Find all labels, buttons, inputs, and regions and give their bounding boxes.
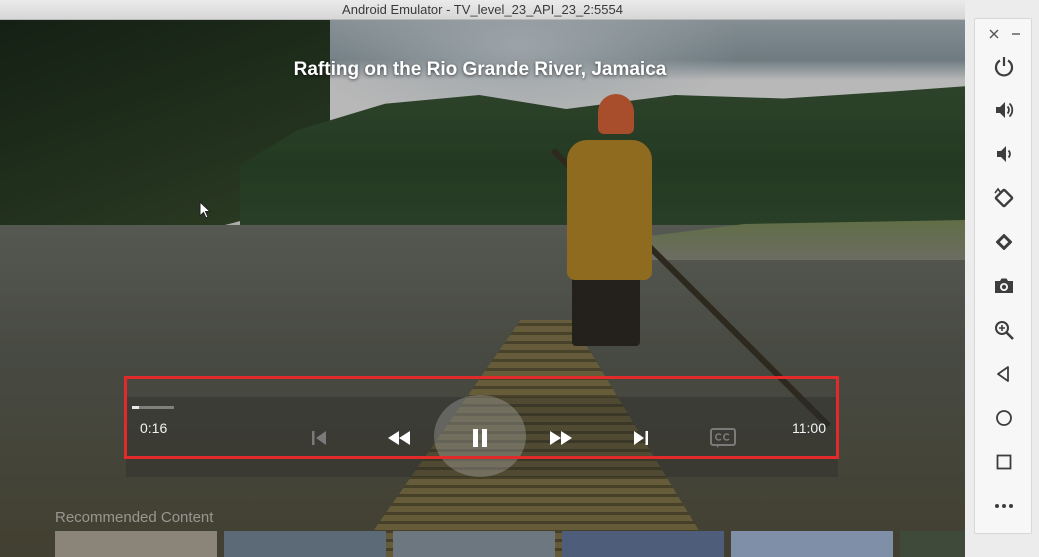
rotate-left-button[interactable] bbox=[989, 184, 1019, 212]
recommended-thumbnail[interactable] bbox=[900, 531, 965, 557]
overview-button[interactable] bbox=[989, 448, 1019, 476]
current-time: 0:16 bbox=[140, 420, 168, 436]
window-title: Android Emulator - TV_level_23_API_23_2:… bbox=[342, 2, 623, 17]
volume-down-button[interactable] bbox=[989, 140, 1019, 168]
video-title: Rafting on the Rio Grande River, Jamaica bbox=[293, 59, 667, 80]
back-button[interactable] bbox=[989, 360, 1019, 388]
recommended-content-label: Recommended Content bbox=[55, 509, 214, 526]
total-time: 11:00 bbox=[792, 420, 826, 436]
volume-down-icon bbox=[997, 146, 1011, 162]
rewind-icon bbox=[388, 431, 410, 445]
progress-bar[interactable] bbox=[132, 406, 174, 409]
fast-forward-button[interactable] bbox=[544, 421, 578, 455]
power-button[interactable] bbox=[989, 52, 1019, 80]
recommended-thumbnail[interactable] bbox=[393, 531, 555, 557]
pause-icon bbox=[473, 429, 487, 447]
rotate-right-button[interactable] bbox=[989, 228, 1019, 256]
power-icon bbox=[994, 57, 1014, 77]
rotate-left-icon bbox=[994, 187, 1014, 208]
play-pause-button[interactable] bbox=[463, 421, 497, 455]
recommended-thumbnail[interactable] bbox=[562, 531, 724, 557]
zoom-button[interactable] bbox=[989, 316, 1019, 344]
home-button[interactable] bbox=[989, 404, 1019, 432]
volume-up-icon bbox=[996, 102, 1014, 118]
closed-captions-icon bbox=[710, 428, 736, 448]
skip-next-button[interactable] bbox=[624, 421, 658, 455]
close-icon[interactable] bbox=[989, 29, 999, 39]
more-button[interactable] bbox=[989, 492, 1019, 520]
rewind-button[interactable] bbox=[382, 421, 416, 455]
volume-up-button[interactable] bbox=[989, 96, 1019, 124]
more-icon bbox=[995, 504, 1013, 508]
toolbar-window-controls bbox=[975, 27, 1033, 43]
overview-icon bbox=[996, 454, 1012, 470]
back-icon bbox=[997, 366, 1009, 382]
recommended-thumbnail[interactable] bbox=[55, 531, 217, 557]
skip-next-icon bbox=[634, 431, 648, 445]
skip-previous-icon bbox=[312, 431, 326, 445]
skip-previous-button[interactable] bbox=[302, 421, 336, 455]
emulator-toolbar bbox=[974, 18, 1032, 534]
recommended-thumbnail[interactable] bbox=[731, 531, 893, 557]
closed-captions-button[interactable] bbox=[706, 421, 740, 455]
video-player[interactable]: Rafting on the Rio Grande River, Jamaica… bbox=[0, 20, 965, 557]
camera-icon bbox=[995, 278, 1013, 293]
window-titlebar: Android Emulator - TV_level_23_API_23_2:… bbox=[0, 0, 965, 20]
home-icon bbox=[996, 410, 1012, 426]
rotate-right-icon bbox=[995, 233, 1013, 251]
recommended-thumbnail[interactable] bbox=[224, 531, 386, 557]
minimize-icon[interactable] bbox=[1011, 29, 1021, 39]
screenshot-button[interactable] bbox=[989, 272, 1019, 300]
zoom-icon bbox=[995, 321, 1014, 340]
mouse-cursor-icon bbox=[199, 201, 211, 219]
progress-bar-fill bbox=[132, 406, 139, 409]
fast-forward-icon bbox=[550, 431, 572, 445]
playback-controls: 0:16 11:00 bbox=[126, 395, 838, 477]
